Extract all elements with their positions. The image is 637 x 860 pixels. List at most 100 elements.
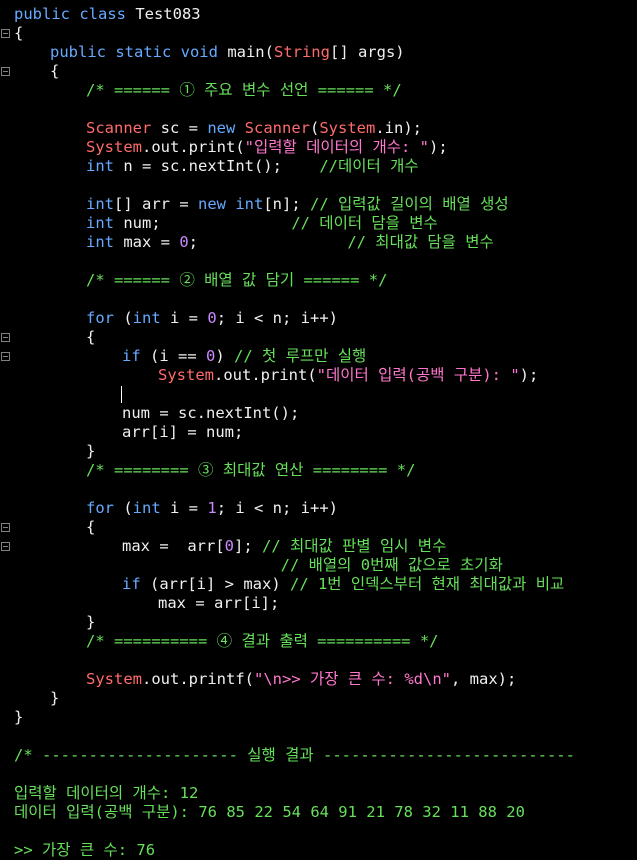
code-line[interactable]: /* ====== ② 배열 값 담기 ====== */: [86, 271, 387, 290]
code-line[interactable]: }: [86, 442, 95, 461]
code-token: (i ==: [140, 347, 206, 365]
code-token: ;: [188, 233, 348, 251]
code-token: main(: [217, 43, 274, 61]
code-line[interactable]: }: [14, 708, 23, 727]
code-line[interactable]: {: [86, 518, 95, 537]
code-token: public static void: [50, 43, 218, 61]
code-token: // 첫 루프만 실행: [234, 347, 367, 365]
fold-collapse-icon[interactable]: [1, 542, 10, 551]
code-token: {: [86, 518, 96, 536]
code-token: 0: [207, 309, 217, 327]
code-line[interactable]: /* --------------------- 실행 결과 ---------…: [14, 746, 575, 765]
code-token: 0: [179, 233, 189, 251]
code-line[interactable]: >> 가장 큰 수: 76: [14, 841, 155, 860]
code-line[interactable]: {: [86, 328, 95, 347]
code-token: ; i < n; i++): [216, 309, 339, 327]
code-token: // 배열의 0번째 값으로 초기화: [280, 556, 503, 574]
code-token: max = arr[i];: [158, 594, 280, 612]
code-line[interactable]: int max = 0; // 최대값 담을 변수: [86, 233, 494, 252]
fold-collapse-icon[interactable]: [1, 29, 10, 38]
code-token: ];: [234, 537, 262, 555]
code-token: );: [519, 366, 539, 384]
code-token: if: [122, 347, 141, 365]
code-token: 입력할 데이터의 개수: 12: [14, 784, 199, 802]
code-line[interactable]: int num; // 데이터 담을 변수: [86, 214, 438, 233]
code-token: >> 가장 큰 수: 76: [14, 841, 156, 859]
code-token: arr[i] = num;: [122, 423, 244, 441]
code-line[interactable]: num = sc.nextInt();: [122, 404, 299, 423]
code-token: 데이터 입력(공백 구분): 76 85 22 54 64 91 21 78 3…: [14, 803, 525, 821]
code-token: max = arr[: [122, 537, 225, 555]
code-token: {: [86, 328, 96, 346]
code-line[interactable]: max = arr[0]; // 최대값 판별 임시 변수: [122, 537, 446, 556]
code-token: 1: [207, 499, 217, 517]
code-line[interactable]: public class Test083: [14, 5, 201, 24]
code-token: (arr[i] > max): [140, 575, 290, 593]
code-line[interactable]: int n = sc.nextInt(); //데이터 개수: [86, 157, 419, 176]
fold-collapse-icon[interactable]: [1, 333, 10, 342]
fold-collapse-icon[interactable]: [1, 352, 10, 361]
code-token: , max);: [451, 670, 517, 688]
code-token: num = sc.nextInt();: [122, 404, 300, 422]
code-line[interactable]: int[] arr = new int[n]; // 입력값 길이의 배열 생성: [86, 195, 509, 214]
code-token: //데이터 개수: [319, 157, 419, 175]
code-line[interactable]: if (arr[i] > max) // 1번 인덱스부터 현재 최대값과 비교: [122, 575, 564, 594]
code-token: System: [86, 138, 142, 156]
code-token: // 데이터 담을 변수: [291, 214, 438, 232]
code-token: // 최대값 판별 임시 변수: [262, 537, 447, 555]
code-token: i =: [160, 309, 208, 327]
code-line[interactable]: 데이터 입력(공백 구분): 76 85 22 54 64 91 21 78 3…: [14, 803, 525, 822]
code-editor[interactable]: public class Test083{public static void …: [0, 0, 637, 860]
code-line[interactable]: /* ====== ① 주요 변수 선언 ====== */: [86, 81, 402, 100]
code-token: n = sc.nextInt();: [114, 157, 320, 175]
code-line[interactable]: /* ========== ④ 결과 출력 ========== */: [86, 632, 439, 651]
code-token: "입력할 데이터의 개수: ": [244, 138, 429, 156]
code-token: [n];: [263, 195, 311, 213]
code-token: // 입력값 길이의 배열 생성: [310, 195, 509, 213]
code-line[interactable]: max = arr[i];: [158, 594, 279, 613]
code-token: int: [235, 195, 264, 213]
code-line[interactable]: }: [50, 689, 59, 708]
code-token: for: [86, 309, 114, 327]
code-token: 0: [224, 537, 234, 555]
code-token: String: [273, 43, 330, 61]
code-token: int: [132, 309, 161, 327]
code-line[interactable]: System.out.print("입력할 데이터의 개수: ");: [86, 138, 448, 157]
code-token: // 최대값 담을 변수: [347, 233, 494, 251]
code-line[interactable]: public static void main(String[] args): [50, 43, 405, 62]
code-token: (: [114, 309, 133, 327]
code-token: int: [86, 157, 114, 175]
code-line[interactable]: // 배열의 0번째 값으로 초기화: [122, 556, 503, 575]
code-line[interactable]: for (int i = 1; i < n; i++): [86, 499, 338, 518]
code-token: max =: [114, 233, 180, 251]
code-line[interactable]: if (i == 0) // 첫 루프만 실행: [122, 347, 366, 366]
code-token: (: [114, 499, 133, 517]
code-line[interactable]: System.out.print("데이터 입력(공백 구분): ");: [158, 366, 538, 385]
code-line[interactable]: for (int i = 0; i < n; i++): [86, 309, 338, 328]
code-token: ; i < n; i++): [216, 499, 339, 517]
code-token: "\n>> 가장 큰 수: %d\n": [253, 670, 452, 688]
code-token: [] arr =: [114, 195, 198, 213]
code-line[interactable]: /* ======== ③ 최대값 연산 ======== */: [86, 461, 415, 480]
code-token: .out.print(: [142, 138, 245, 156]
code-token: System: [158, 366, 214, 384]
code-line[interactable]: {: [50, 62, 59, 81]
code-token: System: [86, 670, 142, 688]
fold-collapse-icon[interactable]: [1, 67, 10, 76]
code-token: .in);: [375, 119, 423, 137]
code-token: i =: [160, 499, 208, 517]
code-token: /* --------------------- 실행 결과 ---------…: [14, 746, 575, 764]
code-line[interactable]: {: [14, 24, 23, 43]
code-token: for: [86, 499, 114, 517]
code-line[interactable]: 입력할 데이터의 개수: 12: [14, 784, 198, 803]
code-line[interactable]: }: [86, 613, 95, 632]
code-line[interactable]: arr[i] = num;: [122, 423, 243, 442]
code-token: }: [14, 708, 24, 726]
code-line[interactable]: Scanner sc = new Scanner(System.in);: [86, 119, 422, 138]
code-line[interactable]: System.out.printf("\n>> 가장 큰 수: %d\n", m…: [86, 670, 516, 689]
code-token: /* ========== ④ 결과 출력 ========== */: [86, 632, 439, 650]
fold-collapse-icon[interactable]: [1, 523, 10, 532]
